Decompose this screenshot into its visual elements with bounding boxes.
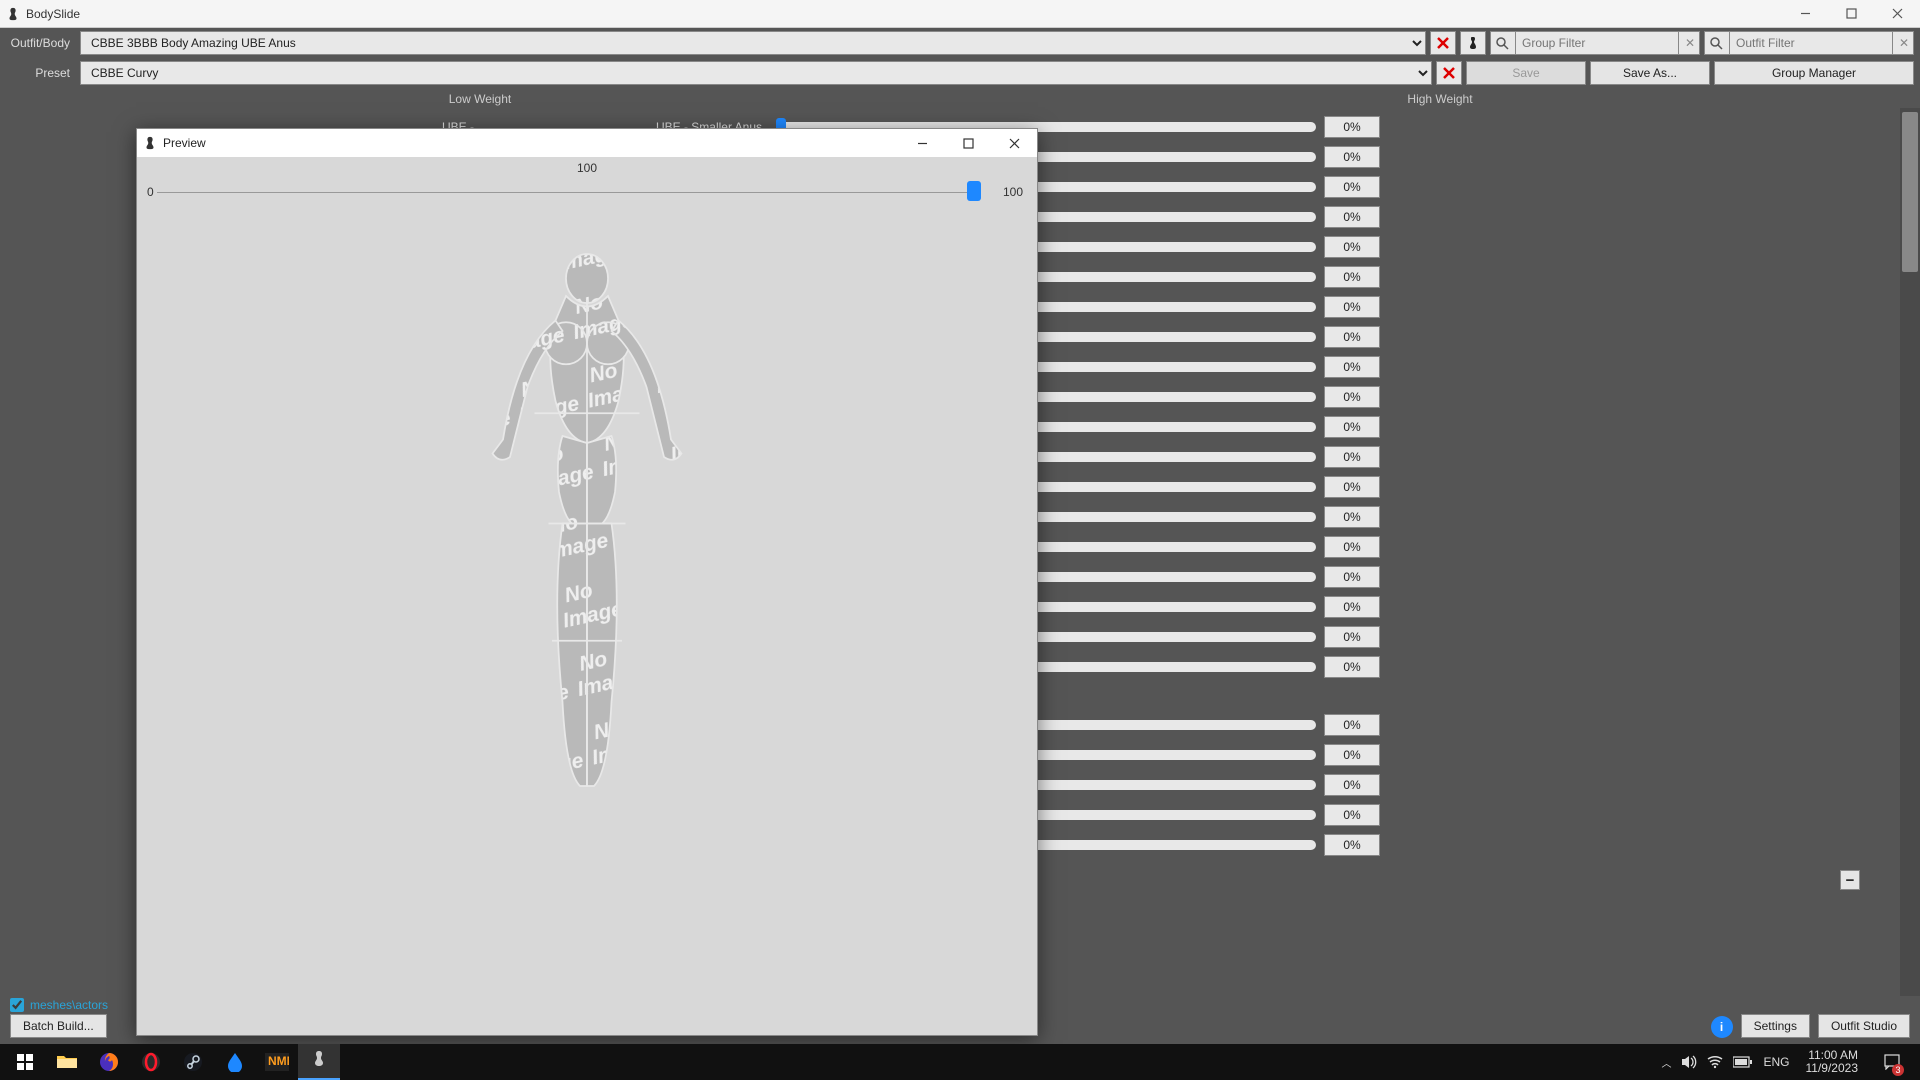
slider-value-right[interactable]: 0% xyxy=(1324,176,1380,198)
wifi-icon[interactable] xyxy=(1707,1055,1723,1069)
output-path-checkbox[interactable] xyxy=(10,998,24,1012)
preset-clear-button[interactable] xyxy=(1436,61,1462,85)
preview-window: Preview 100 0 100 No Image xyxy=(136,128,1038,1036)
weight-headers: Low Weight High Weight xyxy=(0,88,1920,110)
save-as-button[interactable]: Save As... xyxy=(1590,61,1710,85)
bodyslide-taskbar-icon[interactable] xyxy=(298,1044,340,1080)
main-maximize-button[interactable] xyxy=(1828,0,1874,28)
slider-value-right[interactable]: 0% xyxy=(1324,596,1380,618)
slider-value-right[interactable]: 0% xyxy=(1324,386,1380,408)
file-explorer-icon[interactable] xyxy=(46,1044,88,1080)
preview-app-icon xyxy=(143,136,157,150)
slider-value-right[interactable]: 0% xyxy=(1324,506,1380,528)
preview-title: Preview xyxy=(163,136,899,150)
slider-value-right[interactable]: 0% xyxy=(1324,834,1380,856)
output-path-text: meshes\actors xyxy=(30,998,108,1012)
outfit-filter-input[interactable] xyxy=(1729,31,1893,55)
preview-left-value: 0 xyxy=(147,185,154,199)
battery-icon[interactable] xyxy=(1733,1056,1753,1068)
preview-viewport[interactable]: No Image xyxy=(137,207,1037,1035)
save-button[interactable]: Save xyxy=(1466,61,1586,85)
preview-right-value: 100 xyxy=(1003,185,1023,199)
svg-text:NMM: NMM xyxy=(268,1054,289,1068)
slider-value-right[interactable]: 0% xyxy=(1324,326,1380,348)
notification-badge: 3 xyxy=(1892,1064,1904,1076)
slider-value-right[interactable]: 0% xyxy=(1324,266,1380,288)
clock-date: 11/9/2023 xyxy=(1806,1062,1859,1075)
preset-select[interactable]: CBBE Curvy xyxy=(80,61,1432,85)
nmm-icon[interactable]: NMM xyxy=(256,1044,298,1080)
scrollbar-thumb[interactable] xyxy=(1902,112,1918,272)
vertical-scrollbar[interactable] xyxy=(1900,108,1920,1022)
outfit-select[interactable]: CBBE 3BBB Body Amazing UBE Anus xyxy=(80,31,1426,55)
slider-value-right[interactable]: 0% xyxy=(1324,566,1380,588)
slider-value-right[interactable]: 0% xyxy=(1324,536,1380,558)
tray-chevron-icon[interactable]: ︿ xyxy=(1661,1055,1671,1070)
language-indicator[interactable]: ENG xyxy=(1763,1055,1789,1069)
slider-value-right[interactable]: 0% xyxy=(1324,476,1380,498)
outfit-filter-clear-icon[interactable]: ✕ xyxy=(1899,36,1909,50)
slider-value-right[interactable]: 0% xyxy=(1324,236,1380,258)
slider-value-right[interactable]: 0% xyxy=(1324,804,1380,826)
outfit-label: Outfit/Body xyxy=(6,36,76,50)
slider-value-right[interactable]: 0% xyxy=(1324,356,1380,378)
preview-top-value: 100 xyxy=(577,161,597,175)
slider-value-right[interactable]: 0% xyxy=(1324,656,1380,678)
preview-weight-slider[interactable]: 100 0 100 xyxy=(137,157,1037,207)
low-weight-header: Low Weight xyxy=(0,92,960,106)
slider-value-right[interactable]: 0% xyxy=(1324,146,1380,168)
group-filter-input[interactable] xyxy=(1515,31,1679,55)
preview-body-model: No Image xyxy=(407,247,767,807)
app-icon xyxy=(6,7,20,21)
batch-build-button[interactable]: Batch Build... xyxy=(10,1014,107,1038)
outfit-browse-button[interactable] xyxy=(1460,31,1486,55)
firefox-icon[interactable] xyxy=(88,1044,130,1080)
group-filter-wrap[interactable]: ✕ xyxy=(1490,31,1700,55)
preview-titlebar: Preview xyxy=(137,129,1037,157)
slider-value-right[interactable]: 0% xyxy=(1324,206,1380,228)
slider-value-right[interactable]: 0% xyxy=(1324,774,1380,796)
preview-maximize-button[interactable] xyxy=(945,129,991,157)
preset-label: Preset xyxy=(6,66,76,80)
search-icon xyxy=(1495,36,1509,50)
slider-value-right[interactable]: 0% xyxy=(1324,116,1380,138)
preview-close-button[interactable] xyxy=(991,129,1037,157)
app-title: BodySlide xyxy=(26,7,1782,21)
slider-value-right[interactable]: 0% xyxy=(1324,446,1380,468)
steam-icon[interactable] xyxy=(172,1044,214,1080)
settings-button[interactable]: Settings xyxy=(1741,1014,1810,1038)
slider-value-right[interactable]: 0% xyxy=(1324,714,1380,736)
preview-minimize-button[interactable] xyxy=(899,129,945,157)
group-filter-clear-icon[interactable]: ✕ xyxy=(1685,36,1695,50)
outfit-studio-button[interactable]: Outfit Studio xyxy=(1818,1014,1910,1038)
volume-icon[interactable] xyxy=(1681,1055,1697,1069)
outfit-clear-button[interactable] xyxy=(1430,31,1456,55)
search-icon xyxy=(1709,36,1723,50)
high-weight-header: High Weight xyxy=(960,92,1920,106)
outfit-filter-wrap[interactable]: ✕ xyxy=(1704,31,1914,55)
notification-center-icon[interactable]: 3 xyxy=(1874,1044,1910,1080)
slider-value-right[interactable]: 0% xyxy=(1324,416,1380,438)
collapse-section-button[interactable]: − xyxy=(1840,870,1860,890)
slider-value-right[interactable]: 0% xyxy=(1324,744,1380,766)
toolbar-preset-row: Preset CBBE Curvy Save Save As... Group … xyxy=(0,58,1920,88)
slider-value-right[interactable]: 0% xyxy=(1324,626,1380,648)
main-minimize-button[interactable] xyxy=(1782,0,1828,28)
raindrop-icon[interactable] xyxy=(214,1044,256,1080)
taskbar-clock[interactable]: 11:00 AM 11/9/2023 xyxy=(1800,1049,1865,1075)
group-manager-button[interactable]: Group Manager xyxy=(1714,61,1914,85)
windows-taskbar: NMM ︿ ENG 11:00 AM 11/9/2023 3 xyxy=(0,1044,1920,1080)
start-button[interactable] xyxy=(4,1044,46,1080)
info-icon[interactable]: i xyxy=(1711,1016,1733,1038)
slider-value-right[interactable]: 0% xyxy=(1324,296,1380,318)
system-tray: ︿ ENG 11:00 AM 11/9/2023 3 xyxy=(1661,1044,1916,1080)
main-close-button[interactable] xyxy=(1874,0,1920,28)
main-titlebar: BodySlide xyxy=(0,0,1920,28)
preview-slider-thumb[interactable] xyxy=(967,181,981,201)
toolbar-outfit-row: Outfit/Body CBBE 3BBB Body Amazing UBE A… xyxy=(0,28,1920,58)
opera-icon[interactable] xyxy=(130,1044,172,1080)
